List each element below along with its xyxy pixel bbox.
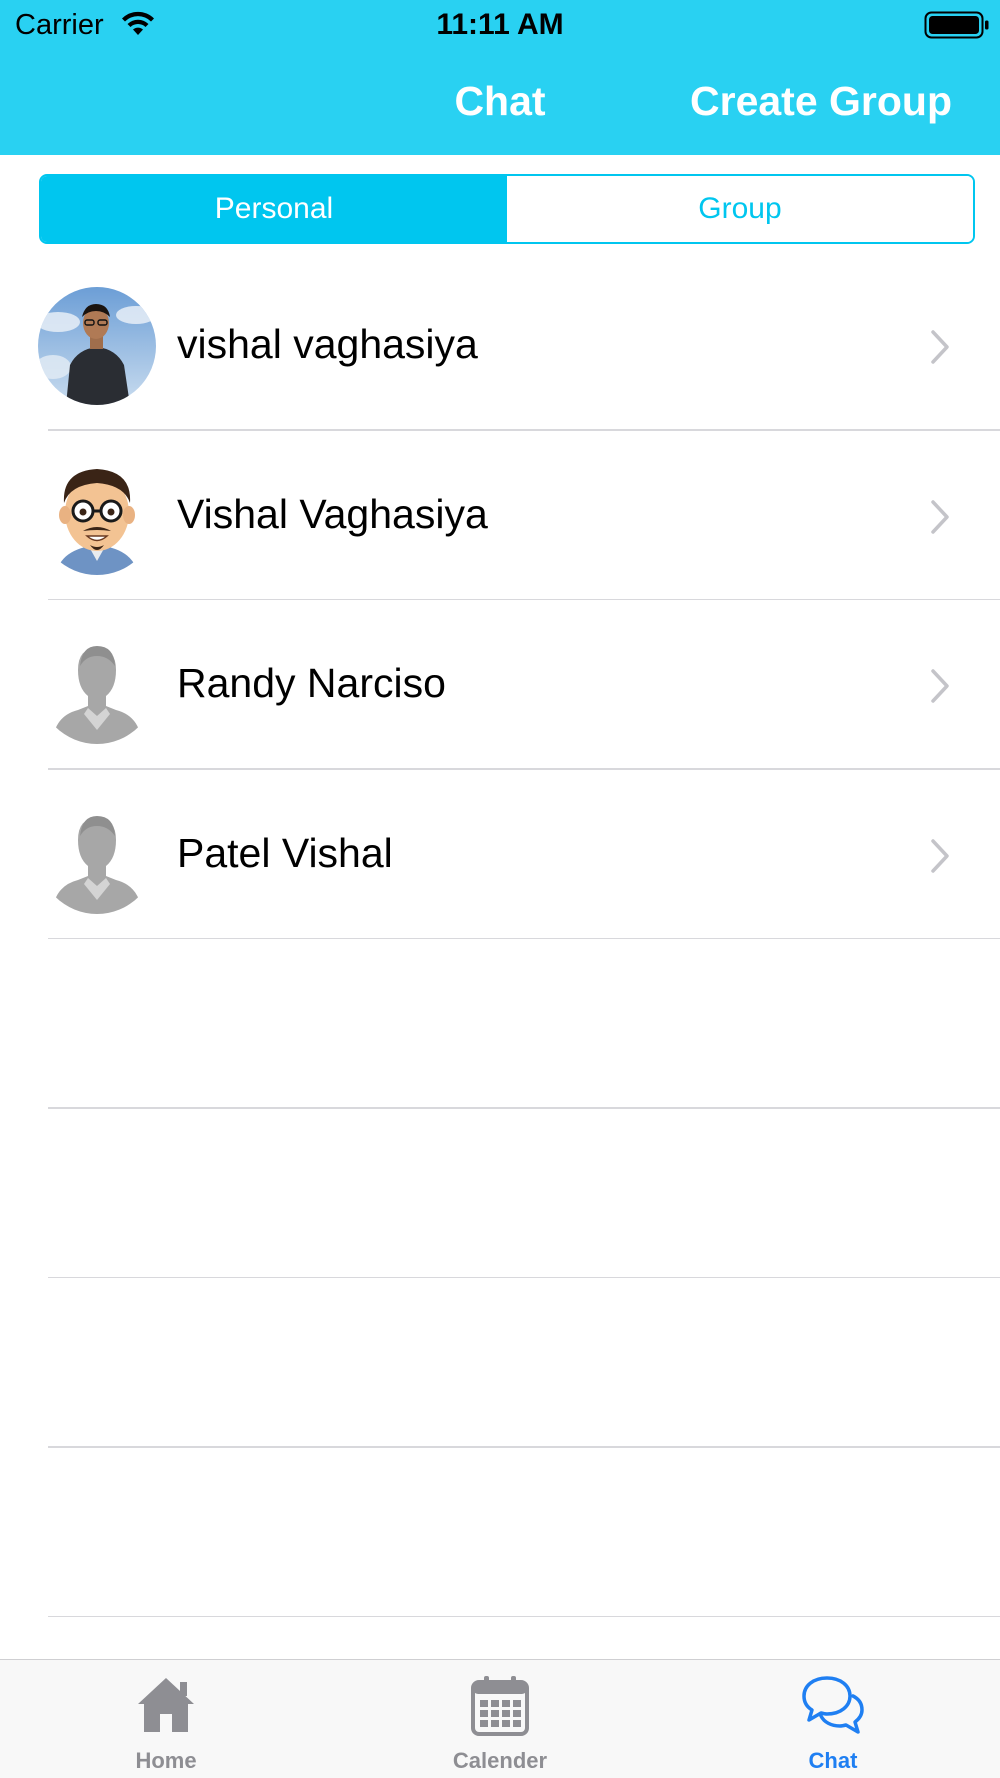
create-group-button[interactable]: Create Group — [690, 78, 952, 125]
contact-row[interactable]: vishal vaghasiya — [0, 261, 1000, 431]
contact-row[interactable]: Vishal Vaghasiya — [0, 431, 1000, 600]
status-bar: Carrier 11:11 AM — [0, 0, 1000, 50]
battery-icon — [924, 11, 989, 39]
contact-list: vishal vaghasiya Vishal Vaghasiya Randy … — [0, 261, 1000, 1617]
cartoon-avatar — [38, 456, 156, 575]
tab-chat[interactable]: Chat — [723, 1660, 943, 1778]
contact-row[interactable]: Patel Vishal — [0, 770, 1000, 939]
tab-home[interactable]: Home — [56, 1660, 276, 1778]
contact-row[interactable]: Randy Narciso — [0, 600, 1000, 770]
empty-row — [0, 939, 1000, 1109]
tab-bar: Home Calender Chat — [0, 1659, 1000, 1778]
segment-personal[interactable]: Personal — [41, 176, 507, 242]
tab-label: Chat — [808, 1748, 858, 1773]
empty-row — [0, 1278, 1000, 1448]
row-divider — [48, 1615, 1000, 1617]
default-person-avatar — [38, 626, 156, 744]
chat-bubbles-icon — [802, 1676, 864, 1734]
home-icon — [138, 1678, 194, 1732]
photo-avatar — [38, 287, 156, 405]
tab-label: Calender — [452, 1748, 548, 1773]
calendar-icon — [471, 1676, 529, 1736]
contact-name: vishal vaghasiya — [177, 321, 478, 367]
tab-calender[interactable]: Calender — [390, 1660, 610, 1778]
chat-screen: Carrier 11:11 AM Chat Create Group Perso… — [0, 0, 1000, 1778]
page-title: Chat — [454, 78, 546, 124]
personal-group-segmented-control: Personal Group — [39, 174, 975, 244]
chevron-right-icon — [931, 669, 949, 703]
status-time: 11:11 AM — [436, 8, 564, 41]
default-person-avatar — [38, 795, 156, 914]
empty-row — [0, 1448, 1000, 1617]
chevron-right-icon — [931, 330, 949, 364]
contact-name: Randy Narciso — [177, 660, 446, 706]
header: Carrier 11:11 AM Chat Create Group — [0, 0, 1000, 155]
contact-name: Vishal Vaghasiya — [177, 490, 488, 537]
chevron-right-icon — [931, 499, 949, 534]
contact-name: Patel Vishal — [177, 829, 393, 876]
chevron-right-icon — [931, 838, 949, 873]
tab-label: Home — [135, 1748, 197, 1773]
empty-row — [0, 1109, 1000, 1278]
segment-group[interactable]: Group — [507, 176, 973, 242]
